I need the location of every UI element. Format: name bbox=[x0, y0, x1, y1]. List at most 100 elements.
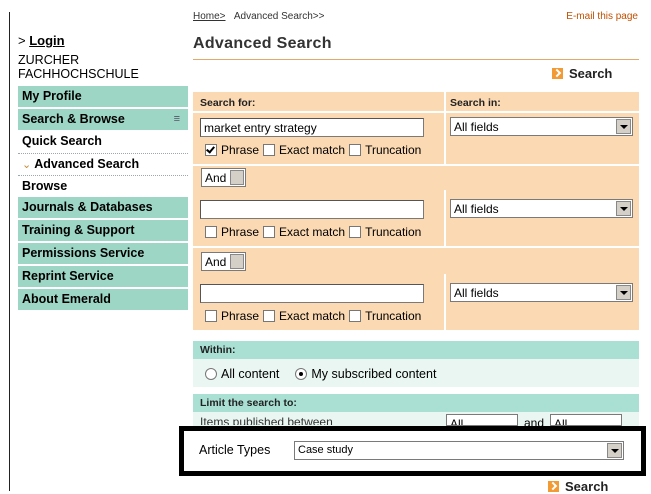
panel-header-divider bbox=[193, 111, 639, 113]
page-title: Advanced Search bbox=[193, 35, 332, 52]
exact-match-checkbox-2[interactable] bbox=[263, 226, 276, 238]
arrow-icon bbox=[548, 481, 559, 492]
sidebar-item-search-browse[interactable]: Search & Browse ≡ bbox=[18, 109, 188, 130]
match-options-3: Phrase Exact match Truncation bbox=[205, 309, 421, 323]
article-types-value: Case study bbox=[298, 444, 354, 456]
sidebar-item-label: Search & Browse bbox=[22, 112, 125, 126]
exact-match-label: Exact match bbox=[279, 309, 346, 323]
login-link[interactable]: Login bbox=[29, 33, 64, 48]
phrase-checkbox-2[interactable] bbox=[205, 226, 217, 238]
sidebar-item-label: My Profile bbox=[22, 89, 82, 103]
row-divider bbox=[193, 246, 639, 248]
arrow-icon bbox=[552, 68, 563, 79]
operator-value: And bbox=[205, 171, 227, 185]
panel-column-divider bbox=[444, 190, 446, 246]
panel-column-divider bbox=[444, 274, 446, 330]
field-select-value: All fields bbox=[454, 202, 499, 216]
search-button-label: Search bbox=[565, 479, 609, 494]
all-content-label: All content bbox=[221, 367, 280, 381]
login-row: > Login bbox=[18, 33, 65, 48]
field-select-2[interactable]: All fields bbox=[450, 199, 633, 218]
phrase-label: Phrase bbox=[221, 143, 260, 157]
sidebar-item-label: Journals & Databases bbox=[22, 200, 153, 214]
within-radio-group: All content My subscribed content bbox=[205, 367, 436, 381]
query-input-2[interactable] bbox=[200, 200, 424, 219]
sidebar-item-permissions-service[interactable]: Permissions Service bbox=[18, 243, 188, 264]
published-from-select[interactable]: All bbox=[446, 414, 518, 426]
chevron-down-icon bbox=[230, 170, 244, 185]
sidebar-item-label: Reprint Service bbox=[22, 269, 114, 283]
sidebar-item-advanced-search[interactable]: ⌄ Advanced Search bbox=[18, 153, 188, 174]
exact-match-checkbox-1[interactable] bbox=[263, 144, 276, 156]
chevron-down-icon bbox=[616, 285, 631, 300]
published-to-select[interactable]: All bbox=[550, 414, 622, 426]
field-select-value: All fields bbox=[454, 286, 499, 300]
sidebar-item-label: Quick Search bbox=[22, 134, 102, 148]
query-input-1[interactable]: market entry strategy bbox=[200, 118, 424, 137]
breadcrumb: Home> Advanced Search>> bbox=[193, 11, 324, 22]
sidebar-item-label: Browse bbox=[22, 179, 68, 193]
sidebar-item-label: About Emerald bbox=[22, 292, 111, 306]
chevron-down-icon bbox=[616, 201, 631, 216]
email-page-link[interactable]: E-mail this page bbox=[566, 11, 638, 22]
exact-match-label: Exact match bbox=[279, 143, 346, 157]
breadcrumb-home-link[interactable]: Home> bbox=[193, 11, 226, 22]
expand-icon: ≡ bbox=[173, 113, 180, 125]
sidebar-divider bbox=[9, 12, 10, 491]
query-input-3[interactable] bbox=[200, 284, 424, 303]
title-divider bbox=[193, 59, 639, 60]
field-select-value: All fields bbox=[454, 120, 499, 134]
operator-value: And bbox=[205, 255, 227, 269]
limit-header: Limit the search to: bbox=[200, 397, 297, 409]
published-to-value: All bbox=[554, 417, 568, 426]
row-divider bbox=[193, 164, 639, 166]
sidebar-item-label: Permissions Service bbox=[22, 246, 145, 260]
truncation-checkbox-3[interactable] bbox=[349, 310, 362, 322]
search-button-bottom[interactable]: Search bbox=[548, 479, 608, 494]
sidebar-item-journals-databases[interactable]: Journals & Databases bbox=[18, 197, 188, 218]
chevron-down-icon: ⌄ bbox=[22, 159, 32, 171]
exact-match-checkbox-3[interactable] bbox=[263, 310, 276, 322]
operator-select-1[interactable]: And bbox=[201, 168, 246, 187]
truncation-checkbox-1[interactable] bbox=[349, 144, 362, 156]
chevron-down-icon bbox=[607, 443, 622, 458]
search-in-header: Search in: bbox=[450, 97, 501, 109]
sidebar-item-label: Advanced Search bbox=[34, 157, 140, 171]
items-published-label: Items published between bbox=[200, 415, 333, 425]
field-select-1[interactable]: All fields bbox=[450, 117, 633, 136]
match-options-2: Phrase Exact match Truncation bbox=[205, 225, 421, 239]
operator-select-2[interactable]: And bbox=[201, 252, 246, 271]
truncation-label: Truncation bbox=[365, 143, 422, 157]
search-button-top[interactable]: Search bbox=[552, 66, 612, 81]
panel-column-divider bbox=[444, 92, 446, 164]
subscribed-content-radio[interactable] bbox=[295, 368, 308, 380]
phrase-checkbox-1[interactable] bbox=[205, 144, 217, 156]
field-select-3[interactable]: All fields bbox=[450, 283, 633, 302]
search-button-label: Search bbox=[569, 66, 613, 81]
truncation-label: Truncation bbox=[365, 309, 422, 323]
institution-name: ZURCHER FACHHOCHSCHULE bbox=[18, 53, 139, 81]
limit-header-bar: Limit the search to: bbox=[193, 394, 639, 412]
sidebar-item-about-emerald[interactable]: About Emerald bbox=[18, 289, 188, 310]
phrase-label: Phrase bbox=[221, 225, 260, 239]
match-options-1: Phrase Exact match Truncation bbox=[205, 143, 421, 157]
sidebar-item-my-profile[interactable]: My Profile bbox=[18, 86, 188, 107]
sidebar-item-training-support[interactable]: Training & Support bbox=[18, 220, 188, 241]
within-header: Within: bbox=[200, 344, 236, 356]
and-label: and bbox=[524, 416, 545, 426]
sidebar-item-browse[interactable]: Browse bbox=[18, 175, 188, 196]
within-header-bar: Within: bbox=[193, 341, 639, 359]
subscribed-content-label: My subscribed content bbox=[311, 367, 437, 381]
published-from-value: All bbox=[450, 417, 464, 426]
phrase-checkbox-3[interactable] bbox=[205, 310, 217, 322]
article-types-label: Article Types bbox=[199, 443, 271, 457]
truncation-checkbox-2[interactable] bbox=[349, 226, 362, 238]
sidebar-item-quick-search[interactable]: Quick Search bbox=[18, 131, 188, 152]
sidebar-item-reprint-service[interactable]: Reprint Service bbox=[18, 266, 188, 287]
phrase-label: Phrase bbox=[221, 309, 260, 323]
sidebar-item-label: Training & Support bbox=[22, 223, 135, 237]
article-types-select[interactable]: Case study bbox=[294, 441, 624, 460]
all-content-radio[interactable] bbox=[205, 368, 217, 380]
breadcrumb-current: Advanced Search>> bbox=[233, 11, 325, 22]
search-for-header: Search for: bbox=[200, 97, 256, 109]
